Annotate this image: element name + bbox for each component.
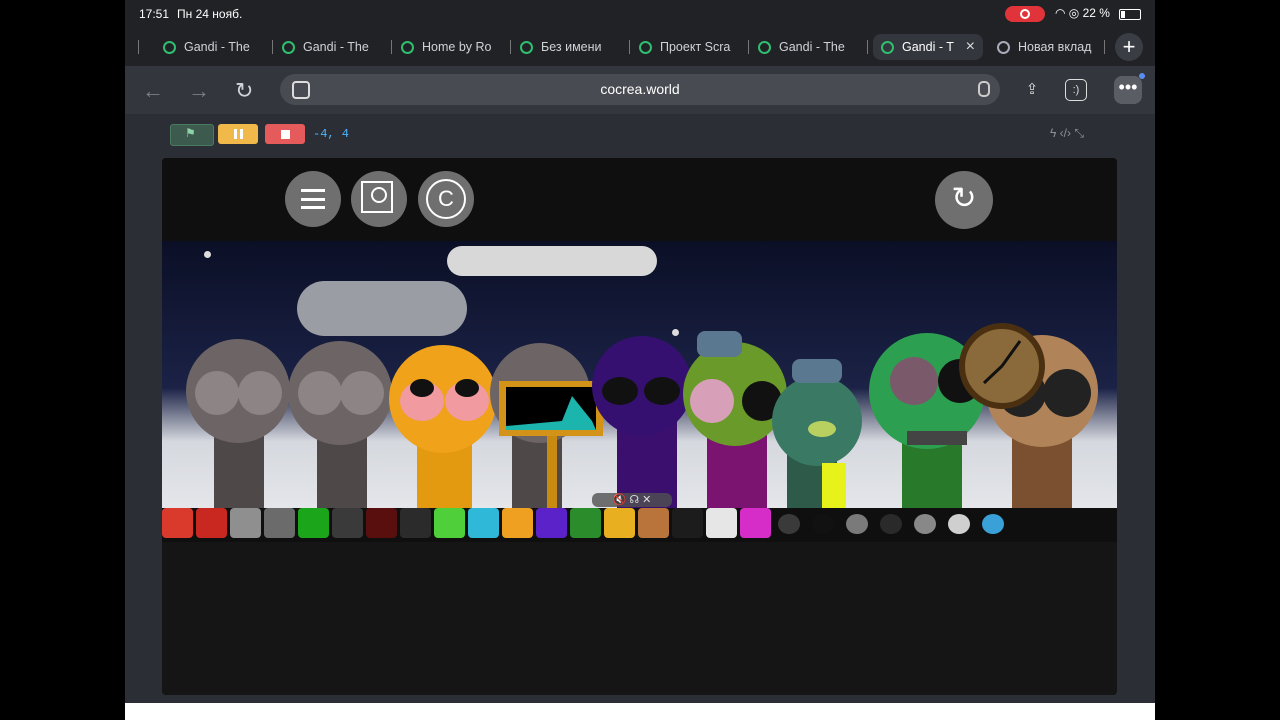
tab-2[interactable]: Gandi - The (282, 34, 392, 60)
status-bar: 17:51 Пн 24 нояб. ◠ ◎ 22 % (125, 0, 1155, 28)
tray-sound-slot[interactable] (570, 508, 601, 538)
mouse-coords: -4, 4 (313, 127, 350, 141)
tray-sound-slot[interactable] (502, 508, 533, 538)
tray-sound-slot[interactable] (604, 508, 635, 538)
tray-sound-slot[interactable] (332, 508, 363, 538)
tab-favicon-icon (163, 41, 176, 55)
orange-character (389, 345, 497, 508)
tray-sound-slot[interactable] (400, 508, 431, 538)
battery-icon (1119, 9, 1141, 20)
close-tab-icon[interactable]: × (966, 34, 975, 60)
back-icon[interactable]: ← (142, 78, 164, 104)
tab-1[interactable]: Gandi - The (163, 34, 273, 60)
address-field[interactable]: cocrea.world (280, 74, 1000, 105)
tray-sound-slot[interactable] (264, 508, 295, 538)
tray-sound-slot[interactable] (366, 508, 397, 538)
tray-sound-slot[interactable] (948, 514, 970, 534)
tray-sound-slot[interactable] (880, 514, 902, 534)
stage-top-menu: C ↻ (162, 158, 1117, 241)
hamburger-icon (301, 189, 325, 209)
site-settings-icon[interactable] (292, 81, 310, 99)
share-icon[interactable]: ⇪ (1018, 76, 1046, 104)
tab-bar: Gandi - The Gandi - The Home by Ro Без и… (125, 28, 1155, 66)
tray-sound-slot[interactable] (536, 508, 567, 538)
purple-character (592, 336, 692, 508)
forward-icon[interactable]: → (188, 78, 210, 104)
tray-sound-slot[interactable] (846, 514, 868, 534)
tray-sound-slot[interactable] (982, 514, 1004, 534)
keyhole-icon (361, 181, 393, 213)
extension-icon[interactable]: :) (1065, 79, 1087, 101)
tab-4[interactable]: Без имени (520, 34, 630, 60)
tab-partial[interactable] (129, 34, 139, 60)
character-tray (162, 508, 1117, 542)
gray-character-1 (186, 339, 290, 508)
more-menu-button[interactable]: ••• (1114, 73, 1145, 104)
tray-sound-slot[interactable] (638, 508, 669, 538)
wifi-icon: ◠ ◎ 22 % (1055, 6, 1110, 20)
page-content: -4, 4 ϟ ‹/› ⤡ C ↻ (125, 114, 1155, 720)
tray-sound-slot[interactable] (196, 508, 227, 538)
tab-favicon-icon (758, 41, 771, 55)
tray-sound-slot[interactable] (468, 508, 499, 538)
green-hat-character (772, 359, 862, 508)
mute-controls[interactable]: 🔇 ☊ ✕ (592, 493, 672, 507)
tab-favicon-icon (881, 41, 894, 55)
screen-record-icon (1005, 6, 1045, 22)
tray-sound-slot[interactable] (914, 514, 936, 534)
project-stage[interactable]: C ↻ � (162, 158, 1117, 695)
keyhole-button[interactable] (351, 171, 407, 227)
status-time: 17:51 (139, 7, 170, 21)
pause-button[interactable] (218, 124, 258, 144)
tray-sound-slot[interactable] (740, 508, 771, 538)
tray-sound-slot[interactable] (778, 514, 800, 534)
globe-icon (997, 41, 1010, 55)
tray-sound-slot[interactable] (672, 508, 703, 538)
home-indicator-area (125, 703, 1155, 720)
clock-character (959, 323, 1098, 508)
reset-icon: ↻ (951, 182, 977, 215)
green-magenta-character (683, 331, 787, 508)
stop-button[interactable] (265, 124, 305, 144)
tab-6[interactable]: Gandi - The (758, 34, 868, 60)
battery-percent: 22 % (1082, 6, 1110, 20)
character-scene: 🔇 ☊ ✕ (162, 241, 1117, 508)
tab-5[interactable]: Проект Scra (639, 34, 749, 60)
tab-active[interactable]: Gandi - T × (873, 34, 983, 60)
gray-character-2 (288, 341, 392, 508)
characters-svg (186, 323, 1098, 508)
tab-favicon-icon (520, 41, 533, 55)
tray-sound-slot[interactable] (812, 514, 834, 534)
tray-sound-slot[interactable] (298, 508, 329, 538)
tray-sound-slot[interactable] (162, 508, 193, 538)
tab-8[interactable]: Новая вклад (997, 34, 1105, 60)
new-tab-button[interactable]: + (1115, 33, 1143, 61)
tablet-screen: 17:51 Пн 24 нояб. ◠ ◎ 22 % Gandi - The G… (125, 0, 1155, 720)
reload-icon[interactable]: ↻ (235, 78, 253, 104)
address-url: cocrea.world (600, 81, 680, 97)
status-date: Пн 24 нояб. (177, 7, 243, 21)
tab-favicon-icon (639, 41, 652, 55)
url-bar: ← → ↻ cocrea.world ⇪ :) ••• (125, 66, 1155, 114)
green-flag-button[interactable] (170, 124, 214, 146)
menu-button[interactable] (285, 171, 341, 227)
tray-sound-slot[interactable] (706, 508, 737, 538)
reset-button[interactable]: ↻ (935, 171, 993, 229)
tab-favicon-icon (282, 41, 295, 55)
tray-sound-slot[interactable] (230, 508, 261, 538)
tab-3[interactable]: Home by Ro (401, 34, 511, 60)
turbo-code-fullscreen-icons[interactable]: ϟ ‹/› ⤡ (1050, 126, 1084, 141)
copyright-icon: C (426, 179, 466, 219)
tray-sound-slot[interactable] (434, 508, 465, 538)
microphone-icon[interactable] (978, 81, 990, 97)
credits-button[interactable]: C (418, 171, 474, 227)
stage-lower-area (162, 542, 1117, 695)
tab-favicon-icon (401, 41, 414, 55)
